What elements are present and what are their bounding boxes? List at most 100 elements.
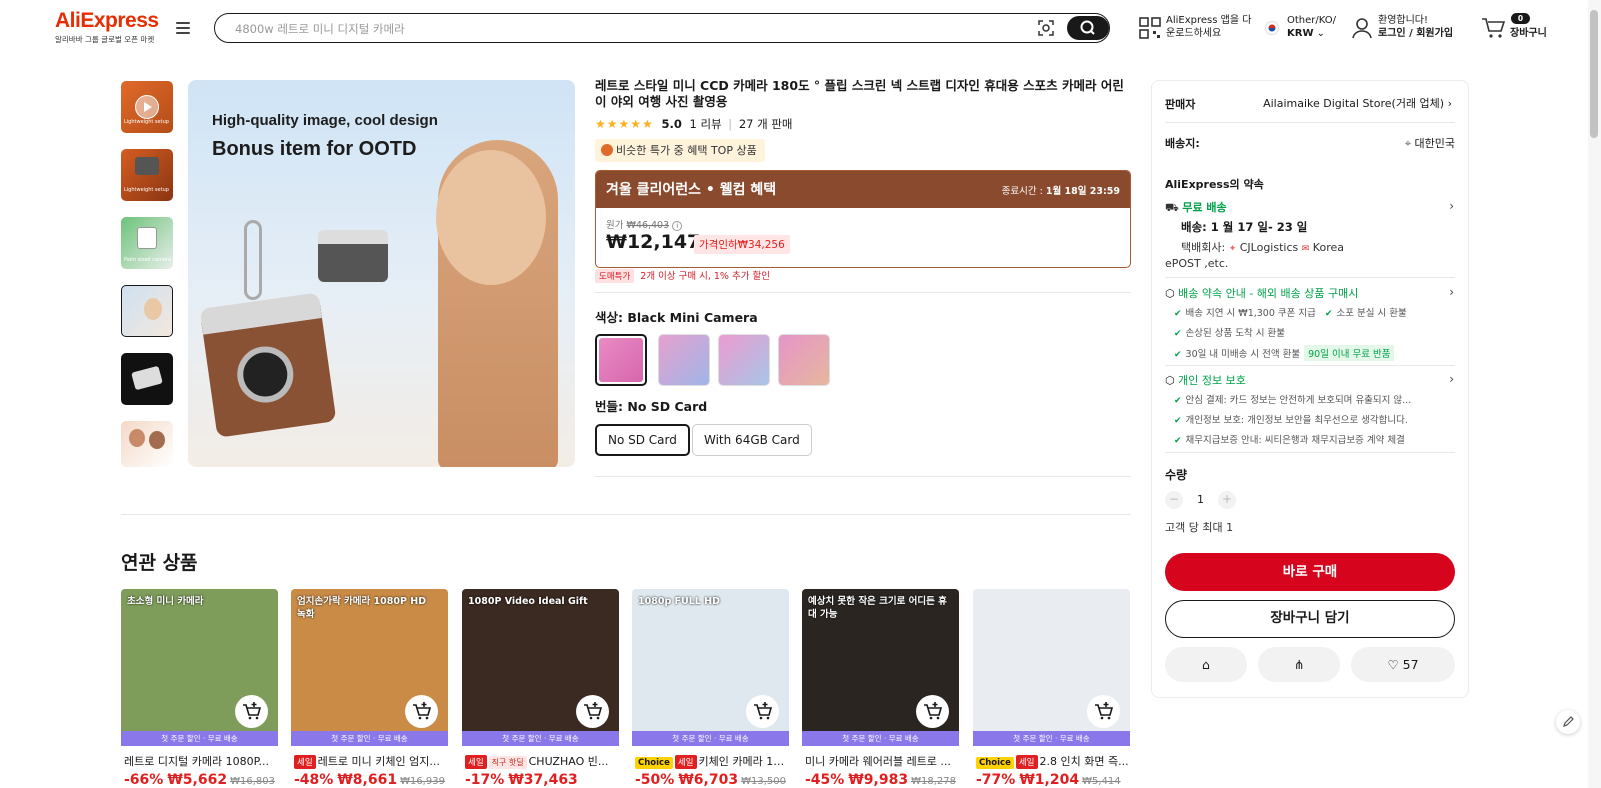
scrollbar-thumb[interactable] [1590, 10, 1598, 138]
thumbnail-5[interactable] [121, 353, 173, 405]
account-link[interactable]: 환영합니다! 로그인 / 회원가입 [1378, 14, 1453, 40]
wishlist-button[interactable]: ♡ 57 [1351, 647, 1455, 682]
fire-icon [601, 144, 613, 156]
add-to-cart-icon[interactable] [235, 695, 268, 728]
quantity-minus-button[interactable]: − [1165, 491, 1183, 509]
current-price: ₩9,983 [848, 772, 909, 788]
color-option-2[interactable] [658, 334, 710, 386]
related-products-title: 연관 상품 [121, 552, 198, 574]
thumbnail-3[interactable]: Palm sized camera [121, 217, 173, 269]
chevron-down-icon: ⌄ [1313, 28, 1326, 39]
chevron-right-icon[interactable]: › [1449, 285, 1454, 299]
promise-item-text: 소포 분실 시 환불 [1336, 308, 1407, 319]
review-count[interactable]: 1 리뷰 [689, 117, 721, 131]
related-product-card[interactable]: 초소형 미니 카메라 첫 주문 할인 · 무료 배송레트로 디지털 카메라 108… [121, 589, 278, 788]
related-product-name[interactable]: Choice 세일 키체인 카메라 10... [635, 753, 789, 769]
color-option-4[interactable] [778, 334, 830, 386]
add-to-cart-icon[interactable] [1087, 695, 1120, 728]
price-drop-tag: 가격인하₩34,256 [694, 235, 790, 254]
related-product-image[interactable]: 1080P Video Ideal Gift 첫 주문 할인 · 무료 배송 [462, 589, 619, 746]
logo-subtitle: 알리바바 그룹 글로벌 오픈 마켓 [55, 35, 155, 44]
qr-code-icon[interactable] [1139, 17, 1161, 39]
first-order-strip: 첫 주문 할인 · 무료 배송 [973, 731, 1130, 746]
discount-percent: -77% [976, 772, 1016, 788]
store-icon: ⌂ [1202, 657, 1210, 672]
thumbnail-2[interactable]: Lightweight setup [121, 149, 173, 201]
color-option-3[interactable] [718, 334, 770, 386]
quantity-plus-button[interactable]: + [1218, 491, 1236, 509]
main-product-image[interactable]: High-quality image, cool design Bonus it… [188, 80, 575, 467]
related-product-price: -45% ₩9,983 ₩18,278 [805, 772, 956, 788]
top-badge-text: 비슷한 특가 중 혜택 TOP 상품 [616, 144, 757, 157]
camera-shape [318, 230, 388, 282]
logo-text: AliExpress [55, 9, 159, 32]
related-product-card[interactable]: 1080P Video Ideal Gift 첫 주문 할인 · 무료 배송세일 직… [462, 589, 619, 788]
seller-name[interactable]: Ailaimaike Digital Store(거래 업체) › [1263, 95, 1452, 111]
bulk-tag: 도매특가 [595, 269, 635, 283]
thumbnail-6[interactable] [121, 421, 173, 467]
buy-now-button[interactable]: 바로 구매 [1165, 553, 1455, 591]
thumbnail-1[interactable]: Lightweight setup [121, 81, 173, 133]
current-price: ₩1,204 [1019, 772, 1080, 788]
app-line1: AliExpress 앱을 다 [1166, 15, 1252, 26]
related-product-name[interactable]: 레트로 디지털 카메라 1080P... [124, 753, 278, 769]
courier-row: 택배회사: ✦ CJLogistics ✉ Korea [1181, 239, 1344, 255]
cart-label[interactable]: 장바구니 [1510, 27, 1547, 40]
related-product-name[interactable]: Choice 세일 2.8 인치 화면 즉... [976, 753, 1130, 769]
related-product-image[interactable]: 1080p FULL HD 첫 주문 할인 · 무료 배송 [632, 589, 789, 746]
related-product-image[interactable]: 예상치 못한 작은 크기로 어디든 휴대 가능 첫 주문 할인 · 무료 배송 [802, 589, 959, 746]
chevron-right-icon[interactable]: › [1449, 372, 1454, 386]
search-bar[interactable]: 4800w 레트로 미니 디지털 카메라 [214, 13, 1110, 43]
region-selector[interactable]: Other/KO/KRW ⌄ [1287, 14, 1336, 40]
promise-item-text: 손상된 상품 도착 시 환불 [1185, 328, 1286, 339]
related-product-image[interactable]: 엄지손가락 카메라 1080P HD 녹화 첫 주문 할인 · 무료 배송 [291, 589, 448, 746]
check-icon: ✔ [1174, 329, 1182, 339]
related-product-image[interactable]: 초소형 미니 카메라 첫 주문 할인 · 무료 배송 [121, 589, 278, 746]
bundle-option-no-sd[interactable]: No SD Card [595, 424, 690, 456]
thumbnail-4[interactable] [121, 285, 173, 337]
add-to-cart-icon[interactable] [576, 695, 609, 728]
related-product-card[interactable]: 엄지손가락 카메라 1080P HD 녹화 첫 주문 할인 · 무료 배송세일 레트… [291, 589, 448, 788]
share-button[interactable]: ⋔ [1258, 647, 1340, 682]
related-product-name[interactable]: 세일 직구 핫딜 CHUZHAO 빈... [465, 753, 619, 769]
search-button[interactable] [1067, 16, 1109, 40]
quantity-value[interactable]: 1 [1197, 493, 1204, 506]
aliexpress-logo[interactable]: AliExpress [55, 9, 159, 33]
add-to-cart-button[interactable]: 장바구니 담기 [1165, 600, 1455, 638]
discount-percent: -50% [635, 772, 675, 788]
related-product-name[interactable]: 세일 레트로 미니 키체인 엄지... [294, 753, 448, 769]
bundle-option-64gb[interactable]: With 64GB Card [692, 424, 812, 456]
free-shipping-row[interactable]: ⛟ 무료 배송 [1165, 199, 1227, 216]
menu-icon[interactable] [176, 22, 190, 36]
page-scrollbar[interactable] [1588, 0, 1601, 788]
first-order-strip: 첫 주문 할인 · 무료 배송 [462, 731, 619, 746]
search-input[interactable]: 4800w 레트로 미니 디지털 카메라 [235, 21, 405, 37]
info-icon[interactable]: i [672, 221, 683, 231]
delivery-promise-row[interactable]: ⬡ 배송 약속 안내 - 해외 배송 상품 구매시 [1165, 285, 1358, 301]
related-product-name[interactable]: 미니 카메라 웨어러블 레트로 ... [805, 753, 959, 769]
cart-icon[interactable] [1481, 17, 1505, 39]
product-tag: 세일 [674, 755, 697, 769]
add-to-cart-icon[interactable] [916, 695, 949, 728]
promise-item-text: 30일 내 미배송 시 전액 환불 [1185, 349, 1301, 360]
epost-logo-icon: ✉ [1301, 244, 1310, 254]
color-option-black[interactable] [595, 334, 647, 386]
image-search-icon[interactable] [1037, 19, 1055, 37]
divider [1165, 277, 1455, 278]
related-product-card[interactable]: 1080p FULL HD 첫 주문 할인 · 무료 배송 Choice 세일 키체인 … [632, 589, 789, 788]
privacy-row[interactable]: ⬡ 개인 정보 보호 [1165, 372, 1246, 388]
free-return-tag: 90일 이내 무료 반품 [1304, 345, 1395, 361]
related-product-image[interactable]: 첫 주문 할인 · 무료 배송 [973, 589, 1130, 746]
related-product-card[interactable]: 예상치 못한 작은 크기로 어디든 휴대 가능 첫 주문 할인 · 무료 배송미니… [802, 589, 959, 788]
related-product-card[interactable]: 첫 주문 할인 · 무료 배송 Choice 세일 2.8 인치 화면 즉... -77… [973, 589, 1130, 788]
chevron-right-icon[interactable]: › [1449, 199, 1454, 213]
add-to-cart-icon[interactable] [746, 695, 779, 728]
bundle-label-text: 번들: [595, 399, 623, 414]
ship-to-country[interactable]: ⌖ 대한민국 [1405, 135, 1455, 151]
courier-label: 택배회사: [1181, 241, 1226, 254]
user-icon[interactable] [1352, 17, 1372, 39]
edit-icon[interactable] [1556, 710, 1580, 734]
add-to-cart-icon[interactable] [405, 695, 438, 728]
app-download-link[interactable]: AliExpress 앱을 다 운로드하세요 [1166, 14, 1251, 40]
store-button[interactable]: ⌂ [1165, 647, 1247, 682]
